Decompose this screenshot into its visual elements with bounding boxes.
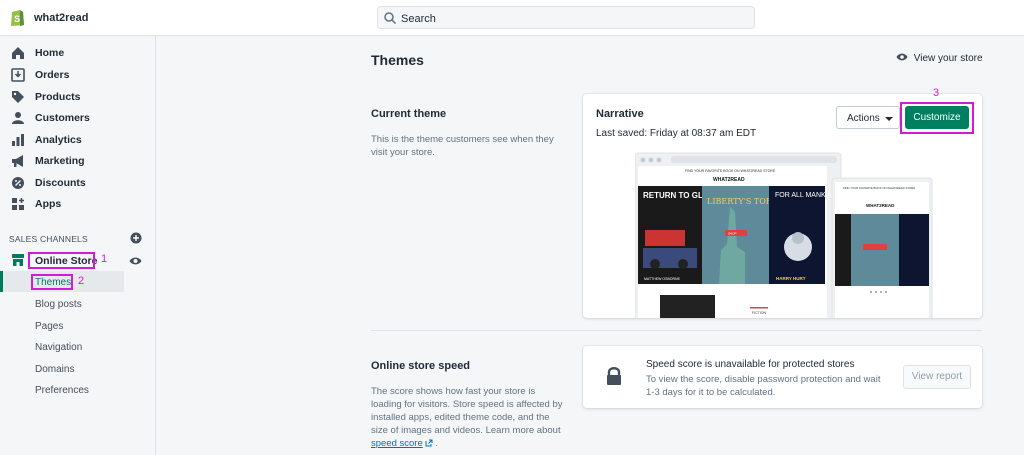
sidebar-item-label: Products xyxy=(35,91,81,103)
sidebar: Home Orders Products Customers Analytics… xyxy=(0,36,156,455)
speed-heading: Online store speed xyxy=(371,360,471,372)
discount-icon xyxy=(12,177,24,189)
sidebar-item-label: Discounts xyxy=(35,177,86,189)
current-theme-description: This is the theme customers see when the… xyxy=(371,134,554,158)
sidebar-subitem-navigation[interactable]: Navigation xyxy=(35,342,82,353)
view-report-button[interactable]: View report xyxy=(903,365,971,389)
sidebar-subitem-blog-posts[interactable]: Blog posts xyxy=(35,299,82,310)
store-icon xyxy=(12,254,24,266)
external-link-icon[interactable] xyxy=(425,439,433,447)
search-placeholder: Search xyxy=(401,13,436,25)
footer-label: FICTION xyxy=(752,311,766,315)
sidebar-item-products[interactable]: Products xyxy=(0,88,156,108)
tag-icon xyxy=(12,91,24,103)
caret-down-icon xyxy=(885,117,893,121)
speed-description-text: The score shows how fast your store is l… xyxy=(371,386,563,436)
top-bar: S what2read Search xyxy=(0,0,1024,36)
sidebar-item-label: Apps xyxy=(35,198,62,210)
speed-card-title: Speed score is unavailable for protected… xyxy=(646,359,855,370)
apps-icon xyxy=(12,198,24,210)
sidebar-subitem-pages[interactable]: Pages xyxy=(35,321,63,332)
sidebar-item-analytics[interactable]: Analytics xyxy=(0,131,156,151)
active-indicator xyxy=(0,271,3,292)
annotation-number-3: 3 xyxy=(933,87,940,99)
sidebar-item-label: Analytics xyxy=(35,134,82,146)
svg-text:FIND YOUR FAVORITE BOOK ON WHA: FIND YOUR FAVORITE BOOK ON WHAT2READ STO… xyxy=(685,169,776,173)
speed-card: Speed score is unavailable for protected… xyxy=(583,346,982,408)
page-title: Themes xyxy=(371,52,424,68)
annotation-box-1 xyxy=(28,252,95,269)
shopify-logo-icon[interactable]: S xyxy=(9,8,25,27)
megaphone-icon xyxy=(12,155,23,167)
search-icon xyxy=(384,12,397,25)
theme-preview: FIND YOUR FAVORITE BOOK ON WHAT2READ STO… xyxy=(635,152,933,318)
book3-title: FOR ALL MANKIND xyxy=(775,192,838,199)
speed-card-description: To view the score, disable password prot… xyxy=(646,374,881,398)
sidebar-item-home[interactable]: Home xyxy=(0,44,156,64)
home-icon xyxy=(12,47,24,59)
actions-label: Actions xyxy=(847,113,880,124)
speed-description: The score shows how fast your store is l… xyxy=(371,385,563,450)
sales-channels-label: SALES CHANNELS xyxy=(9,234,88,244)
actions-button[interactable]: Actions xyxy=(836,106,900,129)
mobile-brand: WHAT2READ xyxy=(866,203,895,208)
annotation-box-2 xyxy=(31,274,73,290)
sidebar-item-customers[interactable]: Customers xyxy=(0,109,156,129)
svg-text:S: S xyxy=(14,14,20,24)
last-saved-text: Last saved: Friday at 08:37 am EDT xyxy=(596,128,757,139)
theme-name: Narrative xyxy=(596,108,644,120)
eye-icon xyxy=(896,53,908,61)
orders-icon xyxy=(11,68,25,82)
preview-brand: WHAT2READ xyxy=(713,177,745,183)
book1-author: MATTHEW OSBORNE xyxy=(644,277,681,281)
sidebar-item-label: Customers xyxy=(35,112,90,124)
sidebar-item-label: Home xyxy=(35,47,65,59)
shop-label: SHOP xyxy=(728,232,737,236)
sidebar-item-label: Orders xyxy=(35,69,70,81)
view-store-label: View your store xyxy=(913,53,983,64)
speed-score-link[interactable]: speed score xyxy=(371,438,423,449)
search-input[interactable]: Search xyxy=(377,6,755,29)
sidebar-subitem-preferences[interactable]: Preferences xyxy=(35,385,89,396)
current-theme-heading: Current theme xyxy=(371,108,447,120)
store-name[interactable]: what2read xyxy=(34,12,88,24)
eye-icon[interactable] xyxy=(129,256,142,266)
sidebar-item-orders[interactable]: Orders xyxy=(0,66,156,86)
bar-chart-icon xyxy=(12,134,24,146)
annotation-box-3 xyxy=(900,102,974,134)
sidebar-item-discounts[interactable]: Discounts xyxy=(0,174,156,194)
person-icon xyxy=(12,112,24,124)
view-store-link[interactable]: View your store xyxy=(896,52,983,64)
speed-description-end: . xyxy=(435,438,439,449)
sidebar-item-label: Marketing xyxy=(35,155,85,167)
annotation-number-2: 2 xyxy=(78,275,85,287)
annotation-number-1: 1 xyxy=(101,253,108,265)
sidebar-item-apps[interactable]: Apps xyxy=(0,195,156,215)
sidebar-item-marketing[interactable]: Marketing xyxy=(0,152,156,172)
section-divider xyxy=(371,330,982,331)
lock-icon xyxy=(607,367,621,385)
book3-author: HARRY HURT xyxy=(776,276,806,281)
mobile-banner: FIND YOUR FAVORITE BOOK ON WHAT2READ STO… xyxy=(843,186,915,190)
add-channel-icon[interactable] xyxy=(130,232,142,244)
sidebar-subitem-domains[interactable]: Domains xyxy=(35,364,74,375)
